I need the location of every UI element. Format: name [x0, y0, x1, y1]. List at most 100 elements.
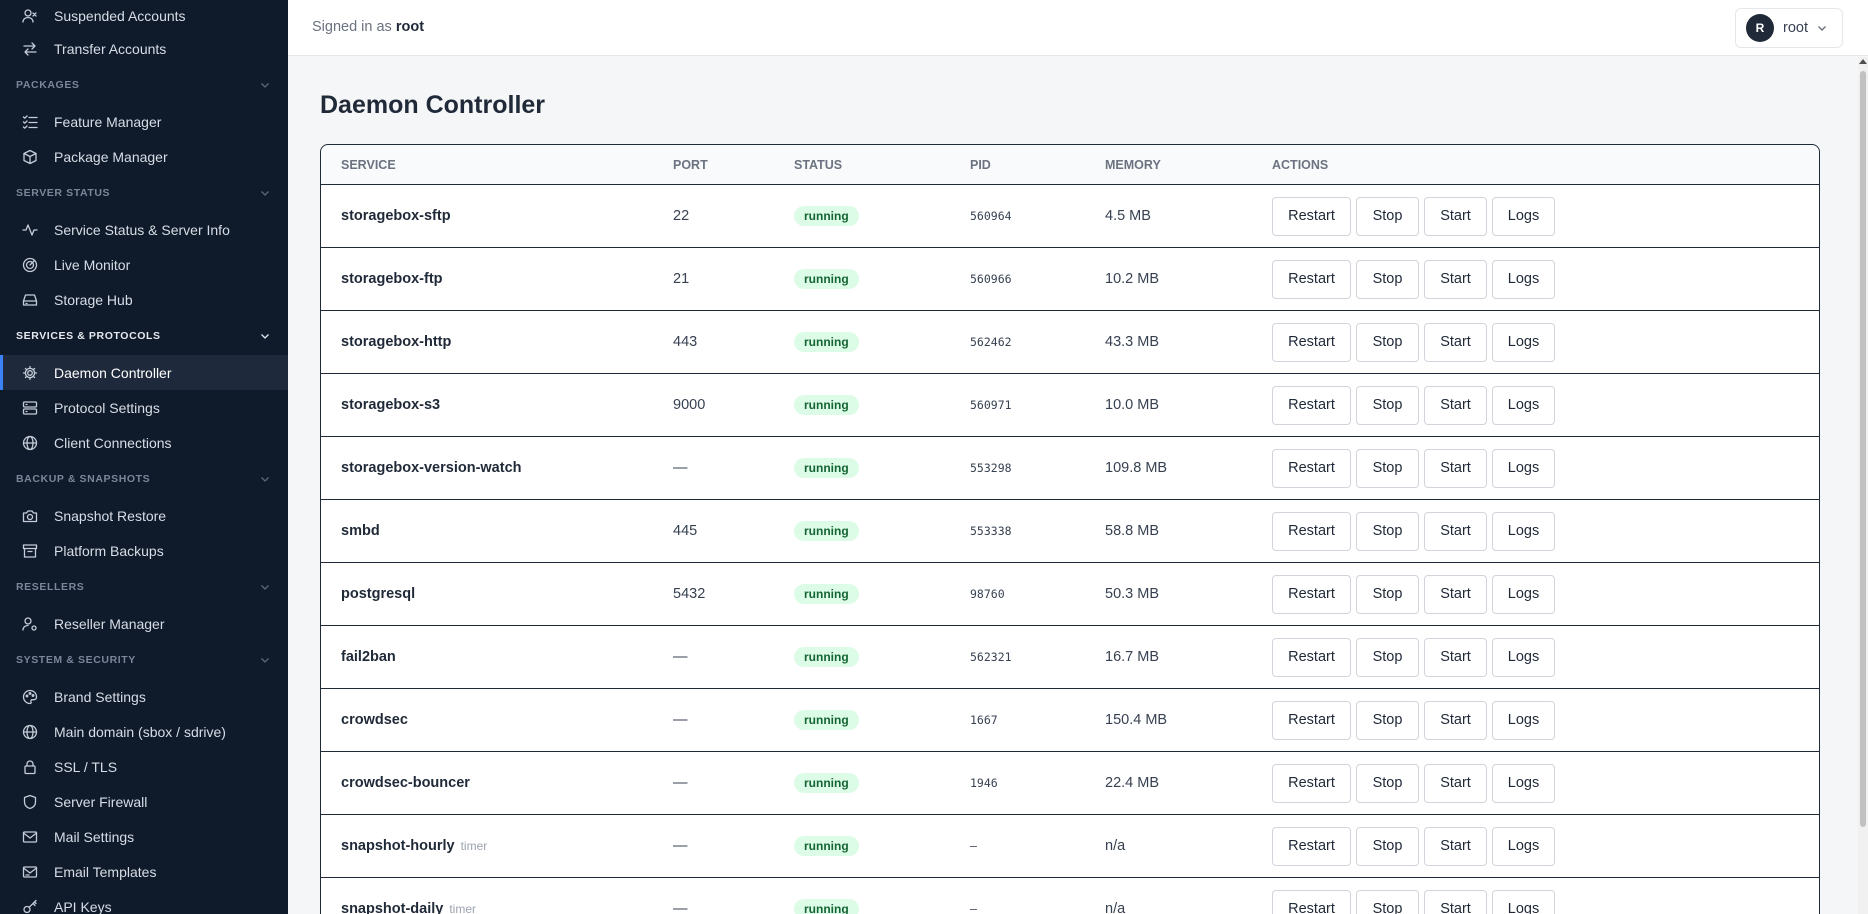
actions-cell: Restart Stop Start Logs [1272, 385, 1819, 425]
start-button[interactable]: Start [1424, 322, 1487, 362]
sidebar-item-brand-settings[interactable]: Brand Settings [0, 679, 288, 714]
pid-cell: 562462 [970, 335, 1012, 349]
start-button[interactable]: Start [1424, 196, 1487, 236]
restart-button[interactable]: Restart [1272, 637, 1351, 677]
sidebar-section-packages[interactable]: PACKAGES [0, 66, 288, 104]
stop-button[interactable]: Stop [1356, 700, 1419, 740]
logs-button[interactable]: Logs [1492, 889, 1555, 914]
sidebar-item-storage-hub[interactable]: Storage Hub [0, 282, 288, 317]
sidebar-section-server-status[interactable]: SERVER STATUS [0, 174, 288, 212]
sidebar-item-label: Transfer Accounts [54, 40, 167, 57]
start-button[interactable]: Start [1424, 826, 1487, 866]
restart-button[interactable]: Restart [1272, 889, 1351, 914]
logs-button[interactable]: Logs [1492, 259, 1555, 299]
logs-button[interactable]: Logs [1492, 763, 1555, 803]
sidebar-item-service-status-server-info[interactable]: Service Status & Server Info [0, 212, 288, 247]
restart-button[interactable]: Restart [1272, 196, 1351, 236]
stop-button[interactable]: Stop [1356, 889, 1419, 914]
port-cell: 443 [673, 334, 698, 350]
sidebar-item-label: Brand Settings [54, 688, 146, 705]
status-cell: running [794, 773, 970, 793]
status-badge: running [794, 206, 859, 226]
restart-button[interactable]: Restart [1272, 826, 1351, 866]
sidebar-item-feature-manager[interactable]: Feature Manager [0, 104, 288, 139]
scroll-up-arrow-icon[interactable] [1859, 59, 1867, 64]
restart-button[interactable]: Restart [1272, 385, 1351, 425]
sidebar-item-reseller-manager[interactable]: Reseller Manager [0, 606, 288, 641]
stop-button[interactable]: Stop [1356, 763, 1419, 803]
sidebar-item-main-domain-sbox-sdrive[interactable]: Main domain (sbox / sdrive) [0, 714, 288, 749]
sidebar-item-package-manager[interactable]: Package Manager [0, 139, 288, 174]
sidebar-item-mail-settings[interactable]: Mail Settings [0, 819, 288, 854]
service-cell: storagebox-version-watch [321, 460, 673, 476]
sidebar-item-platform-backups[interactable]: Platform Backups [0, 533, 288, 568]
start-button[interactable]: Start [1424, 889, 1487, 914]
sidebar-item-protocol-settings[interactable]: Protocol Settings [0, 390, 288, 425]
logs-button[interactable]: Logs [1492, 574, 1555, 614]
stop-button[interactable]: Stop [1356, 448, 1419, 488]
sidebar-section-services-protocols[interactable]: SERVICES & PROTOCOLS [0, 317, 288, 355]
port-cell: 21 [673, 271, 690, 287]
logs-button[interactable]: Logs [1492, 700, 1555, 740]
sidebar-item-client-connections[interactable]: Client Connections [0, 425, 288, 460]
storage-drive-icon [22, 293, 38, 306]
scroll-thumb[interactable] [1860, 71, 1866, 827]
sidebar-item-api-keys[interactable]: API Keys [0, 889, 288, 914]
sidebar-item-live-monitor[interactable]: Live Monitor [0, 247, 288, 282]
status-badge: running [794, 458, 859, 478]
start-button[interactable]: Start [1424, 448, 1487, 488]
sidebar-section-title: SERVER STATUS [16, 187, 111, 199]
stop-button[interactable]: Stop [1356, 196, 1419, 236]
sidebar-section-system-security[interactable]: SYSTEM & SECURITY [0, 641, 288, 679]
logs-button[interactable]: Logs [1492, 448, 1555, 488]
sidebar-item-ssl-tls[interactable]: SSL / TLS [0, 749, 288, 784]
logs-button[interactable]: Logs [1492, 826, 1555, 866]
restart-button[interactable]: Restart [1272, 259, 1351, 299]
table-row: storagebox-ftp 21 running 560966 10.2 MB Rest… [321, 248, 1819, 311]
stop-button[interactable]: Stop [1356, 322, 1419, 362]
start-button[interactable]: Start [1424, 385, 1487, 425]
logs-button[interactable]: Logs [1492, 637, 1555, 677]
user-menu-button[interactable]: R root [1735, 8, 1843, 48]
restart-button[interactable]: Restart [1272, 574, 1351, 614]
globe-icon [22, 435, 38, 450]
start-button[interactable]: Start [1424, 637, 1487, 677]
sidebar-item-transfer-accounts[interactable]: Transfer Accounts [0, 31, 288, 66]
main-scrollbar[interactable] [1858, 57, 1868, 914]
sidebar-item-server-firewall[interactable]: Server Firewall [0, 784, 288, 819]
stop-button[interactable]: Stop [1356, 511, 1419, 551]
start-button[interactable]: Start [1424, 511, 1487, 551]
status-cell: running [794, 206, 970, 226]
actions-cell: Restart Stop Start Logs [1272, 637, 1819, 677]
stop-button[interactable]: Stop [1356, 259, 1419, 299]
logs-button[interactable]: Logs [1492, 196, 1555, 236]
sidebar-section-resellers[interactable]: RESELLERS [0, 568, 288, 606]
status-cell: running [794, 395, 970, 415]
restart-button[interactable]: Restart [1272, 448, 1351, 488]
port-cell: — [673, 460, 688, 476]
stop-button[interactable]: Stop [1356, 637, 1419, 677]
sidebar-item-suspended-accounts[interactable]: Suspended Accounts [0, 0, 288, 31]
logs-button[interactable]: Logs [1492, 322, 1555, 362]
start-button[interactable]: Start [1424, 574, 1487, 614]
start-button[interactable]: Start [1424, 259, 1487, 299]
sidebar-item-label: Storage Hub [54, 291, 133, 308]
restart-button[interactable]: Restart [1272, 700, 1351, 740]
start-button[interactable]: Start [1424, 763, 1487, 803]
restart-button[interactable]: Restart [1272, 322, 1351, 362]
logs-button[interactable]: Logs [1492, 385, 1555, 425]
port-cell: 445 [673, 523, 698, 539]
stop-button[interactable]: Stop [1356, 826, 1419, 866]
sidebar-item-email-templates[interactable]: Email Templates [0, 854, 288, 889]
logs-button[interactable]: Logs [1492, 511, 1555, 551]
restart-button[interactable]: Restart [1272, 511, 1351, 551]
stop-button[interactable]: Stop [1356, 385, 1419, 425]
stop-button[interactable]: Stop [1356, 574, 1419, 614]
sidebar-item-daemon-controller[interactable]: Daemon Controller [0, 355, 288, 390]
status-cell: running [794, 332, 970, 352]
restart-button[interactable]: Restart [1272, 763, 1351, 803]
sidebar-item-snapshot-restore[interactable]: Snapshot Restore [0, 498, 288, 533]
page-title: Daemon Controller [320, 91, 546, 119]
start-button[interactable]: Start [1424, 700, 1487, 740]
sidebar-section-backup-snapshots[interactable]: BACKUP & SNAPSHOTS [0, 460, 288, 498]
